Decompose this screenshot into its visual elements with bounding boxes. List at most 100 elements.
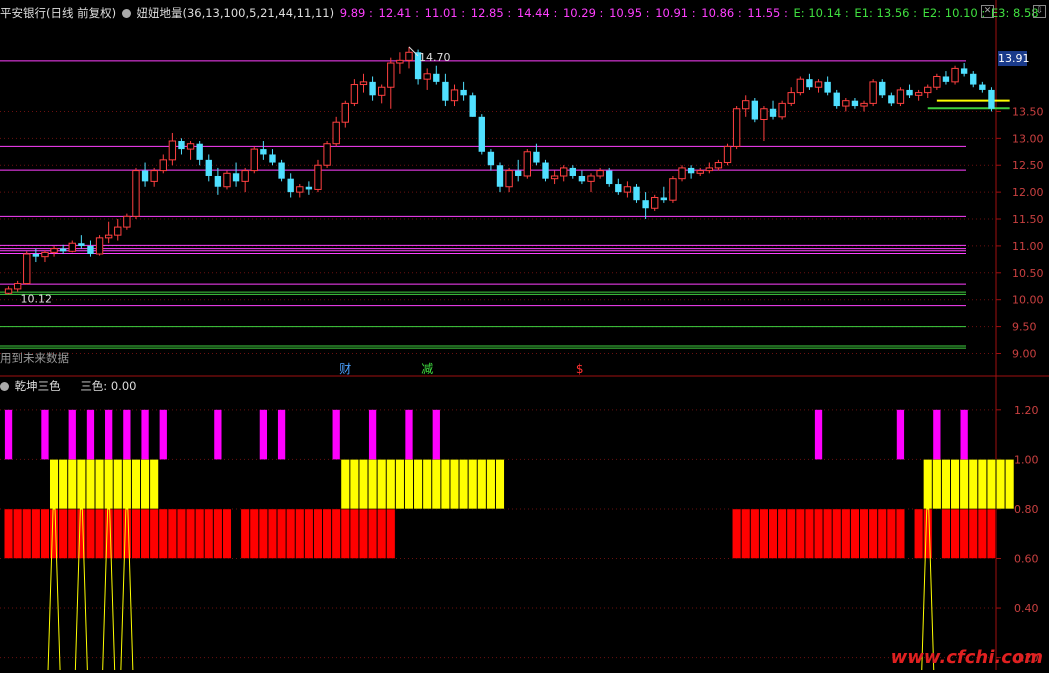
candle-body [914,92,923,96]
candle-body [132,170,140,217]
magenta-bar [214,409,222,460]
future-data-note: 用到未来数据 [0,351,69,365]
yellow-bar [923,459,933,510]
candle-body [4,288,13,294]
red-bar [377,508,387,559]
red-bar [768,508,778,559]
candle-body [478,116,485,152]
yellow-bar [358,459,369,510]
close-icon[interactable]: ✕ [981,5,994,18]
chart-stage: 9.00 9.50 10.00 10.50 11.00 11.50 12.00 12.50 13… [0,0,1049,671]
candle-body [269,154,276,163]
candle-body [924,86,932,94]
magenta-bar [141,409,149,460]
red-bar [267,508,278,559]
red-bar [340,508,350,559]
yellow-bar [941,459,951,510]
candle-body [960,68,968,74]
red-bar [313,508,323,559]
candle-body [833,92,840,107]
candle-body [860,102,868,107]
red-bar [804,508,815,559]
candle-body [141,170,149,182]
red-bar [13,508,23,559]
chevron-down-icon[interactable] [121,9,131,18]
indicator-value: E3: 8.58 [987,6,1039,20]
candle-body [95,237,104,255]
candle-body [496,165,504,187]
y-tick-label: 12.50 [1012,159,1044,172]
y-tick-label: 9.00 [1012,347,1037,360]
indicator-value: 10.29 : [559,6,604,20]
yellow-bar [459,459,469,510]
red-bar [286,508,296,559]
yellow-bar [94,459,105,510]
red-bar [131,508,141,559]
y-tick-label: 13.00 [1012,132,1044,145]
magenta-bar [368,409,377,460]
magenta-bar [332,409,340,460]
red-bar [277,508,287,559]
red-bar [304,508,314,559]
candle-body [742,100,750,110]
candle-body [423,73,431,80]
candle-body [296,186,304,193]
red-bar [859,508,869,559]
expand-icon[interactable]: ⇩ [1033,5,1046,18]
red-bar [22,508,32,559]
red-bar [94,508,105,559]
candle-body [970,73,977,85]
chevron-down-icon[interactable] [0,382,9,391]
candle-body [515,170,522,176]
candle-body [50,248,58,253]
magenta-bar [41,409,49,460]
red-bar [795,508,805,559]
red-bar [158,508,168,559]
candle-body [378,86,386,96]
candle-body [951,67,959,83]
candle-body [104,234,113,239]
candle-body [87,245,94,254]
candle-body [168,140,177,161]
yellow-bar [977,459,987,510]
main-header: 平安银行(日线 前复权) 妞妞地量(36,13,100,5,21,44,11,1… [0,5,1043,21]
indicator-value: E2: 10.10 : [919,6,986,20]
indicator-value: 12.85 : [467,6,512,20]
yellow-bar [131,459,141,510]
yellow-bar [368,459,378,510]
red-bar [968,508,978,559]
candle-body [732,108,741,147]
candle-body [979,84,986,90]
yellow-bar [140,459,150,510]
yellow-bar [477,459,487,510]
y-tick-label: 10.00 [1012,294,1044,307]
red-bar [295,508,305,559]
candle-body [78,243,85,246]
red-bar [322,508,332,559]
y-tick-label: 9.50 [1012,321,1037,334]
yellow-bar [413,459,423,510]
red-bar [149,508,159,559]
indicator-value: 14.44 : [513,6,558,20]
candle-body [642,200,649,209]
candle-body [778,102,786,118]
yellow-bar [340,459,350,510]
candle-body [569,167,576,176]
red-bar [3,508,14,559]
candle-body [687,167,695,174]
stock-title: 平安银行(日线 前复权) [0,6,117,20]
yellow-bar [122,459,132,510]
candle-body [587,175,595,182]
candle-body [68,242,76,252]
indicator-value: 10.86 : [697,6,742,20]
red-bar [195,508,205,559]
indicator-value: 10.91 : [651,6,696,20]
red-bar [358,508,369,559]
red-bar [750,508,760,559]
candle-body [260,149,267,155]
red-bar [176,508,187,559]
yellow-bar [995,459,1006,510]
candle-body [769,108,777,117]
candle-body [442,81,449,101]
magenta-bar [123,409,131,460]
